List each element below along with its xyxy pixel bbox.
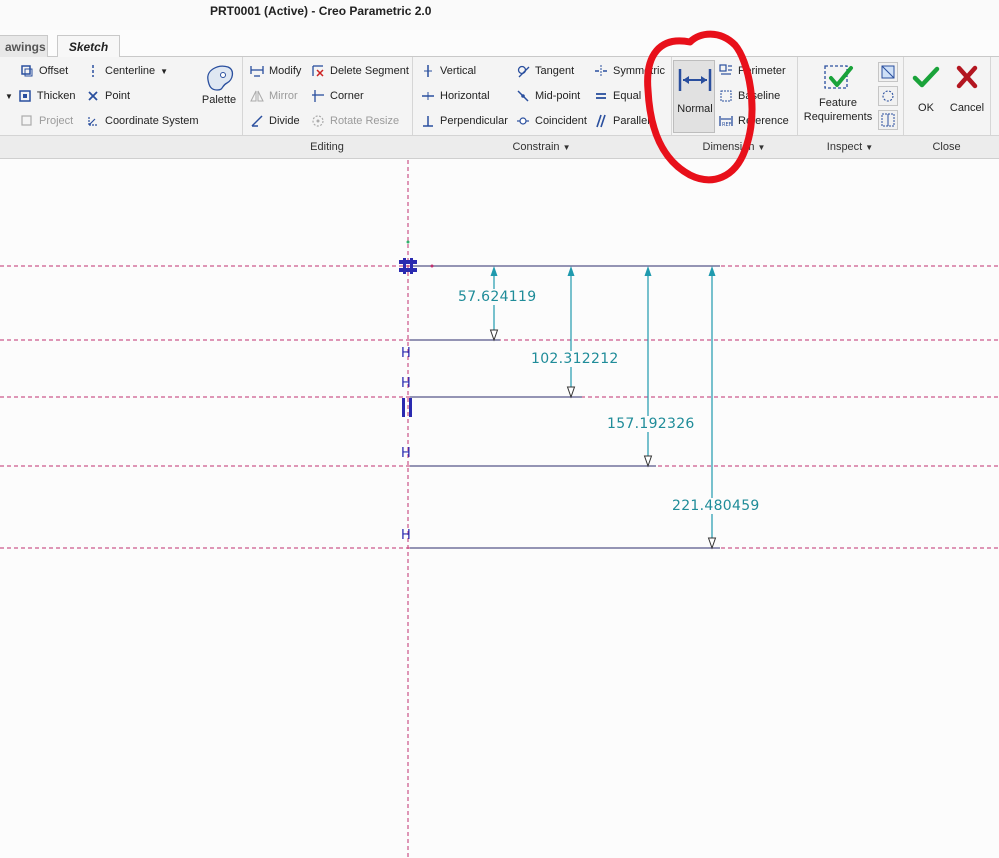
thicken-icon — [18, 89, 32, 103]
constrain-group-label[interactable]: Constrain ▼ — [412, 141, 671, 153]
symmetric-constraint-button[interactable]: Symmetric — [594, 62, 665, 80]
dimension-group-label[interactable]: Dimension ▼ — [671, 141, 797, 153]
feature-requirements-button[interactable]: Feature Requirements — [802, 62, 874, 124]
checkmark-icon — [912, 66, 940, 88]
tab-drawings[interactable]: awings — [0, 35, 48, 57]
centerline-icon — [86, 64, 100, 78]
chevron-down-icon: ▼ — [562, 143, 571, 152]
equal-icon — [594, 89, 608, 103]
tab-sketch[interactable]: Sketch — [57, 35, 120, 58]
vertical-constraint-button[interactable]: Vertical — [421, 62, 476, 80]
feature-requirements-icon — [824, 65, 853, 89]
inspect-group-label[interactable]: Inspect ▼ — [797, 141, 903, 153]
delete-segment-button[interactable]: Delete Segment — [311, 62, 409, 80]
overlapping-geometry-icon — [881, 113, 895, 127]
chevron-down-icon[interactable]: ▼ — [160, 67, 168, 76]
point-button[interactable]: Point — [86, 87, 130, 105]
overlapping-geometry-button[interactable] — [878, 110, 898, 130]
shade-closed-loops-button[interactable] — [878, 62, 898, 82]
normal-dimension-button[interactable]: Normal — [673, 60, 715, 133]
ok-button[interactable]: OK — [907, 64, 945, 114]
mid-point-constraint-button[interactable]: Mid-point — [516, 87, 580, 105]
corner-icon — [311, 89, 325, 103]
project-icon — [20, 114, 34, 128]
offset-button[interactable]: Offset — [20, 62, 68, 80]
mirror-button[interactable]: Mirror — [250, 87, 298, 105]
thicken-button[interactable]: ▼ Thicken — [5, 87, 75, 105]
parallel-constraint-button[interactable]: Parallel — [594, 112, 650, 130]
delete-segment-icon — [311, 64, 325, 78]
perimeter-icon — [719, 64, 733, 78]
palette-button[interactable]: Palette — [198, 62, 240, 106]
close-group-label: Close — [932, 141, 961, 153]
perpendicular-constraint-button[interactable]: Perpendicular — [421, 112, 508, 130]
mid-point-icon — [516, 89, 530, 103]
dimension-line-2[interactable] — [566, 266, 576, 399]
horizontal-constraint-button[interactable]: Horizontal — [421, 87, 490, 105]
chevron-down-icon: ▼ — [757, 143, 766, 152]
ribbon-group-labels: Editing Constrain ▼ Dimension ▼ Inspect … — [0, 135, 999, 159]
rotate-resize-button[interactable]: Rotate Resize — [311, 112, 399, 130]
horizontal-icon — [421, 89, 435, 103]
project-button[interactable]: Project — [20, 112, 73, 130]
horizontal-constraint-marker[interactable]: H — [401, 528, 411, 543]
chevron-down-icon: ▼ — [865, 143, 874, 152]
point-icon — [86, 89, 100, 103]
parallel-constraint-symbol[interactable] — [402, 398, 412, 417]
dimension-value[interactable]: 157.192326 — [607, 416, 695, 432]
svg-text:REF: REF — [722, 122, 732, 128]
divide-icon — [250, 114, 264, 128]
highlight-open-ends-button[interactable] — [878, 86, 898, 106]
dropdown-arrow-icon: ▼ — [5, 91, 13, 101]
tangent-constraint-button[interactable]: Tangent — [516, 62, 574, 80]
rotate-resize-icon — [311, 114, 325, 128]
dimension-line-3[interactable] — [643, 266, 653, 468]
perimeter-dimension-button[interactable]: Perimeter — [719, 62, 786, 80]
close-x-icon — [956, 65, 978, 89]
equal-constraint-button[interactable]: Equal — [594, 87, 641, 105]
cancel-button[interactable]: Cancel — [947, 64, 987, 114]
coordinate-system-icon — [86, 114, 100, 128]
baseline-icon — [719, 89, 733, 103]
reference-dimension-button[interactable]: REF Reference — [719, 112, 789, 130]
offset-icon — [20, 64, 34, 78]
divide-button[interactable]: Divide — [250, 112, 300, 130]
mirror-icon — [250, 89, 264, 103]
window-title: PRT0001 (Active) - Creo Parametric 2.0 — [210, 4, 432, 18]
baseline-dimension-button[interactable]: Baseline — [719, 87, 780, 105]
normal-dimension-icon — [678, 69, 712, 91]
horizontal-constraint-marker[interactable]: H — [401, 346, 411, 361]
dimension-value[interactable]: 102.312212 — [531, 351, 619, 367]
coordinate-system-button[interactable]: Coordinate System — [86, 112, 199, 130]
vertical-icon — [421, 64, 435, 78]
origin-point — [406, 240, 410, 244]
editing-group-label: Editing — [310, 141, 344, 153]
endpoint-marker — [430, 264, 434, 268]
parallel-icon — [594, 114, 608, 128]
dimension-value[interactable]: 221.480459 — [672, 498, 760, 514]
tangent-icon — [516, 64, 530, 78]
symmetric-icon — [594, 64, 608, 78]
dimension-value[interactable]: 57.624119 — [458, 289, 537, 305]
coincident-constraint-button[interactable]: Coincident — [516, 112, 587, 130]
sketch-canvas[interactable]: 57.624119 102.312212 157.192326 221.4804… — [0, 160, 999, 858]
highlight-open-ends-icon — [882, 90, 894, 102]
palette-icon — [207, 65, 234, 91]
title-bar: PRT0001 (Active) - Creo Parametric 2.0 — [0, 0, 999, 30]
perpendicular-icon — [421, 114, 435, 128]
ribbon-tab-strip: awings Sketch — [0, 30, 999, 58]
centerline-button[interactable]: Centerline ▼ — [86, 62, 168, 80]
shade-closed-loops-icon — [881, 65, 895, 79]
coincident-icon — [516, 114, 530, 128]
sketch-geometry — [0, 160, 999, 858]
corner-button[interactable]: Corner — [311, 87, 364, 105]
modify-icon — [250, 64, 264, 78]
horizontal-constraint-marker[interactable]: H — [401, 446, 411, 461]
reference-icon: REF — [719, 114, 733, 128]
creo-window: PRT0001 (Active) - Creo Parametric 2.0 a… — [0, 0, 999, 858]
horizontal-constraint-marker[interactable]: H — [401, 376, 411, 391]
modify-button[interactable]: Modify — [250, 62, 301, 80]
